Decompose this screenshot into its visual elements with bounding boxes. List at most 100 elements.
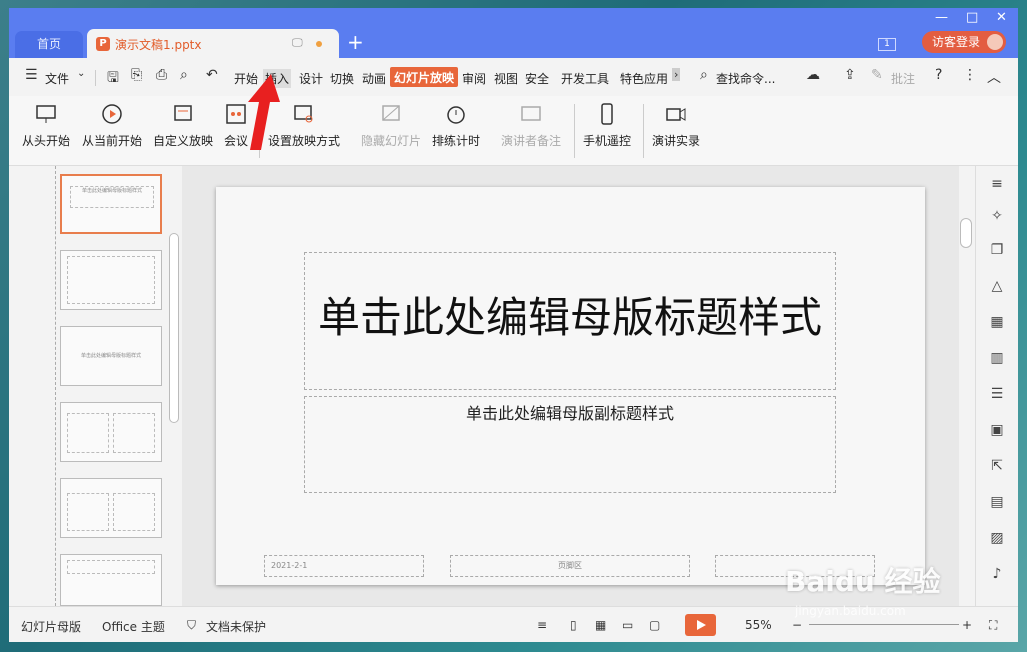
comment-icon[interactable]: ✎: [871, 67, 883, 83]
play-circle-icon: [102, 104, 122, 124]
visitor-login-label: 访客登录: [932, 35, 981, 49]
unsaved-dot-icon: [316, 41, 322, 47]
status-theme[interactable]: Office 主题: [102, 618, 165, 635]
print-icon[interactable]: ⎙: [156, 67, 167, 83]
ribbon: 从头开始 从当前开始 自定义放映 会议 设置放映方式 隐藏幻灯片 排练计时 演讲…: [9, 96, 1018, 166]
thumbnail-layout[interactable]: 单击此处编辑母版标题样式: [60, 326, 162, 386]
zoom-in-icon[interactable]: +: [962, 618, 972, 632]
canvas-scrollbar[interactable]: [959, 166, 975, 606]
export-icon[interactable]: ⇱: [987, 458, 1007, 478]
menu-special[interactable]: 特色应用: [620, 70, 668, 87]
settings-sliders-icon[interactable]: ☰: [987, 386, 1007, 406]
image-icon[interactable]: ▨: [987, 530, 1007, 550]
zoom-slider[interactable]: [809, 624, 959, 625]
save-icon[interactable]: 🖫: [107, 67, 119, 91]
more-options-icon[interactable]: ⋮: [963, 67, 977, 83]
close-button[interactable]: ✕: [996, 10, 1007, 25]
record-button[interactable]: 演讲实录: [652, 102, 700, 149]
monitor-icon[interactable]: 🖵: [292, 36, 303, 50]
presenter-notes-label: 演讲者备注: [501, 134, 562, 148]
collapse-ribbon-icon[interactable]: ︿: [987, 67, 1001, 87]
notes-toggle-icon[interactable]: ≡: [537, 618, 547, 632]
hide-slide-label: 隐藏幻灯片: [361, 134, 422, 148]
status-protect[interactable]: 文档未保护: [206, 618, 266, 635]
magic-icon[interactable]: ✧: [987, 208, 1007, 228]
menu-review[interactable]: 审阅: [462, 70, 486, 87]
rehearse-button[interactable]: 排练计时: [432, 102, 480, 149]
normal-view-icon[interactable]: ▯: [570, 618, 577, 632]
format-painter-icon[interactable]: ⎘: [131, 67, 142, 83]
menu-view[interactable]: 视图: [494, 70, 518, 87]
window-count-badge[interactable]: 1: [878, 38, 896, 51]
more-tabs-chevron-icon[interactable]: ›: [672, 68, 681, 81]
help-icon[interactable]: ?: [935, 67, 942, 83]
archive-icon[interactable]: ▤: [987, 494, 1007, 514]
thumbnail-layout[interactable]: [60, 402, 162, 462]
baidu-watermark-url: jingyan.baidu.com: [795, 604, 906, 618]
menu-design[interactable]: 设计: [299, 70, 323, 87]
hamburger-icon[interactable]: ☰: [25, 67, 38, 83]
undo-icon[interactable]: ↶: [206, 67, 218, 83]
copy-icon[interactable]: ❐: [987, 242, 1007, 262]
picture-icon[interactable]: ▣: [987, 422, 1007, 442]
speaker-icon[interactable]: ♪: [987, 566, 1007, 586]
zoom-level[interactable]: 55%: [745, 618, 772, 632]
date-placeholder[interactable]: 2021-2-1: [264, 555, 424, 577]
play-button[interactable]: [685, 614, 716, 636]
reading-view-icon[interactable]: ▭: [622, 618, 633, 632]
maximize-button[interactable]: □: [966, 10, 978, 25]
grid-icon[interactable]: ▦: [987, 314, 1007, 334]
fit-window-icon[interactable]: ⛶: [989, 618, 997, 633]
thumbnail-title: 单击此处编辑母版标题样式: [70, 186, 154, 208]
title-placeholder[interactable]: 单击此处编辑母版标题样式: [304, 252, 836, 390]
menu-comment[interactable]: 批注: [891, 70, 915, 87]
thumbnail-scrollbar[interactable]: [168, 178, 180, 608]
share-icon[interactable]: ⇪: [844, 67, 856, 83]
record-label: 演讲实录: [652, 134, 701, 148]
thumbnail-master[interactable]: 单击此处编辑母版标题样式: [60, 174, 162, 234]
footer-placeholder[interactable]: 页脚区: [450, 555, 690, 577]
thumbnail-layout[interactable]: [60, 554, 162, 606]
tab-home[interactable]: 首页: [15, 31, 83, 58]
custom-show-button[interactable]: 自定义放映: [153, 102, 213, 149]
menu-slideshow[interactable]: 幻灯片放映: [390, 67, 459, 87]
thumbnail-placeholder: [67, 493, 109, 531]
scrollbar-thumb[interactable]: [960, 218, 972, 248]
scrollbar-thumb[interactable]: [169, 233, 179, 423]
visitor-login-button[interactable]: 访客登录: [922, 31, 1006, 53]
presenter-notes-button[interactable]: 演讲者备注: [501, 102, 561, 149]
from-start-button[interactable]: 从头开始: [22, 102, 70, 149]
divider: [55, 166, 56, 606]
tab-document[interactable]: P 演示文稿1.pptx 🖵: [87, 29, 339, 58]
slide[interactable]: 单击此处编辑母版标题样式 单击此处编辑母版副标题样式 2021-2-1 页脚区: [216, 187, 925, 585]
hide-slide-button[interactable]: 隐藏幻灯片: [361, 102, 421, 149]
from-current-label: 从当前开始: [82, 134, 143, 148]
app-window: 首页 P 演示文稿1.pptx 🖵 + — □ ✕ 1 访客登录 ☰ 文件 ⌄ …: [9, 8, 1018, 642]
zoom-out-icon[interactable]: −: [792, 618, 802, 632]
presenter-view-icon[interactable]: ▢: [649, 618, 660, 632]
menu-animation[interactable]: 动画: [362, 70, 386, 87]
search-command-input[interactable]: 查找命令...: [716, 70, 775, 87]
setup-show-icon: [294, 105, 313, 123]
menu-file[interactable]: 文件: [45, 70, 69, 87]
menu-security[interactable]: 安全: [525, 70, 549, 87]
menu-transition[interactable]: 切换: [330, 70, 354, 87]
thumbnail-placeholder: [67, 256, 155, 304]
chevron-down-icon[interactable]: ⌄: [77, 68, 85, 79]
phone-remote-button[interactable]: 手机遥控: [583, 102, 631, 149]
minimize-button[interactable]: —: [935, 10, 948, 25]
status-master[interactable]: 幻灯片母版: [21, 618, 81, 635]
divider: [643, 104, 644, 158]
print-preview-icon[interactable]: ⌕: [180, 67, 188, 83]
sorter-view-icon[interactable]: ▦: [595, 618, 606, 632]
subtitle-placeholder[interactable]: 单击此处编辑母版副标题样式: [304, 396, 836, 493]
chart-icon[interactable]: ▥: [987, 350, 1007, 370]
presentation-icon: [36, 105, 56, 123]
shape-fill-icon[interactable]: △: [987, 278, 1007, 298]
menu-devtools[interactable]: 开发工具: [561, 70, 609, 87]
thumbnail-layout[interactable]: [60, 478, 162, 538]
thumbnail-layout[interactable]: [60, 250, 162, 310]
new-tab-button[interactable]: +: [347, 30, 364, 54]
cloud-sync-icon[interactable]: ☁: [806, 67, 820, 83]
from-current-button[interactable]: 从当前开始: [82, 102, 142, 149]
